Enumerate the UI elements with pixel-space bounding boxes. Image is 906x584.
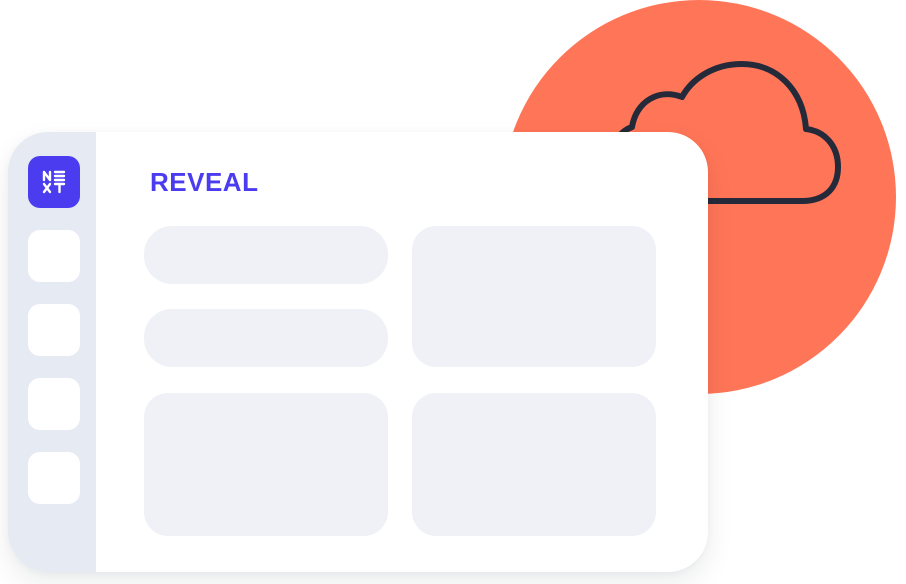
content-card-4 xyxy=(144,393,388,536)
sidebar-item-3[interactable] xyxy=(28,378,80,430)
sidebar-item-1[interactable] xyxy=(28,230,80,282)
sidebar-item-2[interactable] xyxy=(28,304,80,356)
sidebar xyxy=(8,132,96,572)
main-panel: REVEAL xyxy=(96,132,708,572)
page-title: REVEAL xyxy=(150,167,259,197)
content-card-2 xyxy=(144,309,388,367)
content-card-3 xyxy=(412,226,656,367)
content-card-5 xyxy=(412,393,656,536)
content-card-1 xyxy=(144,226,388,284)
app-window: REVEAL xyxy=(8,132,708,572)
sidebar-item-4[interactable] xyxy=(28,452,80,504)
logo-button[interactable] xyxy=(28,156,80,208)
next-logo-icon xyxy=(42,170,66,194)
illustration-scene: REVEAL xyxy=(0,0,906,584)
